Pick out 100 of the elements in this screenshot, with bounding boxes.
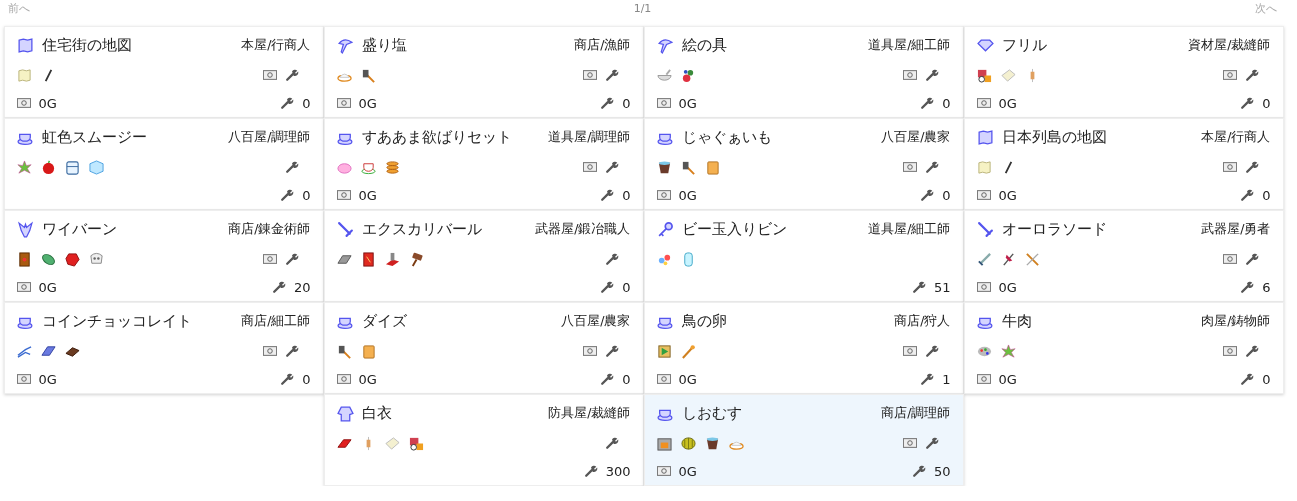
recipe-card[interactable]: 鳥の卵 商店/狩人 0G 1 <box>643 302 964 394</box>
uses-value: 0 <box>1262 371 1271 387</box>
herb-icon <box>16 159 32 175</box>
price-value: 0G <box>38 279 57 295</box>
uses-value: 300 <box>605 463 631 479</box>
coil-icon <box>384 159 400 175</box>
uses-value: 0 <box>622 95 631 111</box>
recipe-card[interactable]: 牛肉 肉屋/鋳物師 0G 0 <box>963 302 1284 394</box>
item-name: 虹色スムージー <box>41 128 147 147</box>
recipe-card[interactable]: エクスカリバール 武器屋/鍛冶職人 0 <box>323 210 644 302</box>
uses-value: 1 <box>942 371 951 387</box>
price-value: 0G <box>998 371 1017 387</box>
price-value: 0G <box>678 95 697 111</box>
wrench-icon <box>1240 188 1255 202</box>
money-icon <box>336 372 351 386</box>
recipe-card[interactable]: 日本列島の地図 本屋/行商人 0G 0 <box>963 118 1284 210</box>
recipe-card[interactable]: ビー玉入りビン 道具屋/細工師 51 <box>643 210 964 302</box>
shop-label: 道具屋/調理師 <box>548 129 631 146</box>
item-name: ダイズ <box>361 312 407 331</box>
wrench-icon <box>1240 280 1255 294</box>
wrench-icon <box>271 280 286 294</box>
hammer-icon <box>680 159 696 175</box>
wrench-icon <box>600 188 615 202</box>
wrench-icon <box>920 188 935 202</box>
pin-icon <box>336 37 354 54</box>
wrench-icon <box>600 96 615 110</box>
uses-value: 0 <box>622 187 631 203</box>
price-value: 0G <box>998 187 1017 203</box>
item-name: ワイバーン <box>41 220 117 239</box>
shop-label: 商店/細工師 <box>241 313 311 330</box>
uses-value: 51 <box>933 279 951 295</box>
cloth-icon <box>1000 67 1016 83</box>
map-icon <box>976 129 994 146</box>
item-name: 日本列島の地図 <box>1001 128 1107 147</box>
shop-label: 道具屋/細工師 <box>868 221 951 238</box>
uses-value: 0 <box>302 95 311 111</box>
pot-icon <box>656 159 672 175</box>
uses-value: 0 <box>622 279 631 295</box>
uses-value: 0 <box>942 187 951 203</box>
axe-icon <box>1000 251 1016 267</box>
ice-cube-icon <box>88 159 104 175</box>
price-value: 0G <box>678 463 697 479</box>
item-name: 絵の具 <box>681 36 727 55</box>
recipe-card[interactable]: 虹色スムージー 八百屋/調理師 0 <box>3 118 324 210</box>
sword-icon <box>976 221 994 238</box>
money-icon <box>336 96 351 110</box>
price-value: 0G <box>358 187 377 203</box>
recipe-card[interactable]: じゃぐぁいも 八百屋/農家 0G 0 <box>643 118 964 210</box>
skull-icon <box>88 251 104 267</box>
map-icon <box>16 37 34 54</box>
bar-icon <box>40 343 56 359</box>
pin-icon <box>656 37 674 54</box>
price-value: 0G <box>998 95 1017 111</box>
wrench-icon <box>911 280 926 294</box>
recipe-card[interactable]: しおむす 商店/調理師 0G 50 <box>643 394 964 486</box>
recipe-card[interactable]: 白衣 防具屋/裁縫師 300 <box>323 394 644 486</box>
money-icon <box>16 280 31 294</box>
uses-value: 0 <box>942 95 951 111</box>
recipe-card[interactable]: 住宅街の地図 本屋/行商人 0G 0 <box>3 26 324 118</box>
recipe-card[interactable]: すああま欲ばりセット 道具屋/調理師 0G 0 <box>323 118 644 210</box>
item-name: ビー玉入りビン <box>681 220 787 239</box>
wrench-icon <box>911 464 926 478</box>
shop-label: 八百屋/農家 <box>561 313 631 330</box>
price-value: 0G <box>38 371 57 387</box>
map-icon <box>976 159 992 175</box>
price-value: 0G <box>678 187 697 203</box>
recipe-card[interactable]: ワイバーン 商店/錬金術師 0G 20 <box>3 210 324 302</box>
shop-label: 肉屋/鋳物師 <box>1201 313 1271 330</box>
recipe-card[interactable]: ダイズ 八百屋/農家 0G 0 <box>323 302 644 394</box>
item-name: エクスカリバール <box>361 220 482 239</box>
shop-label: 本屋/行商人 <box>241 37 311 54</box>
cloth-icon <box>384 435 400 451</box>
wrench-icon <box>280 372 295 386</box>
recipe-card[interactable]: 盛り塩 商店/漁師 0G 0 <box>323 26 644 118</box>
wrench-icon <box>600 280 615 294</box>
item-name: フリル <box>1001 36 1047 55</box>
page-number: 1/1 <box>633 1 652 15</box>
recipe-card[interactable]: オーロラソード 武器屋/勇者 0G 6 <box>963 210 1284 302</box>
map-icon <box>16 67 32 83</box>
recipe-card[interactable]: フリル 資材屋/裁縫師 0G 0 <box>963 26 1284 118</box>
leaf-icon <box>40 251 56 267</box>
item-name: オーロラソード <box>1001 220 1107 239</box>
shop-label: 八百屋/調理師 <box>228 129 311 146</box>
money-icon <box>656 464 671 478</box>
shop-label: 商店/漁師 <box>574 37 631 54</box>
recipe-card[interactable]: 絵の具 道具屋/細工師 0G 0 <box>643 26 964 118</box>
item-name: 住宅街の地図 <box>41 36 132 55</box>
shop-label: 道具屋/細工師 <box>868 37 951 54</box>
money-icon <box>976 372 991 386</box>
recipe-card[interactable]: コインチョッコレイト 商店/細工師 0G 0 <box>3 302 324 394</box>
staff-icon <box>680 343 696 359</box>
paint-icon <box>680 67 696 83</box>
item-name: コインチョッコレイト <box>41 312 192 331</box>
shop-label: 武器屋/勇者 <box>1201 221 1271 238</box>
money-icon <box>656 372 671 386</box>
wrench-icon <box>920 96 935 110</box>
wrench-icon <box>280 96 295 110</box>
uses-value: 0 <box>302 187 311 203</box>
price-value: 0G <box>38 95 57 111</box>
wrench-icon <box>600 372 615 386</box>
